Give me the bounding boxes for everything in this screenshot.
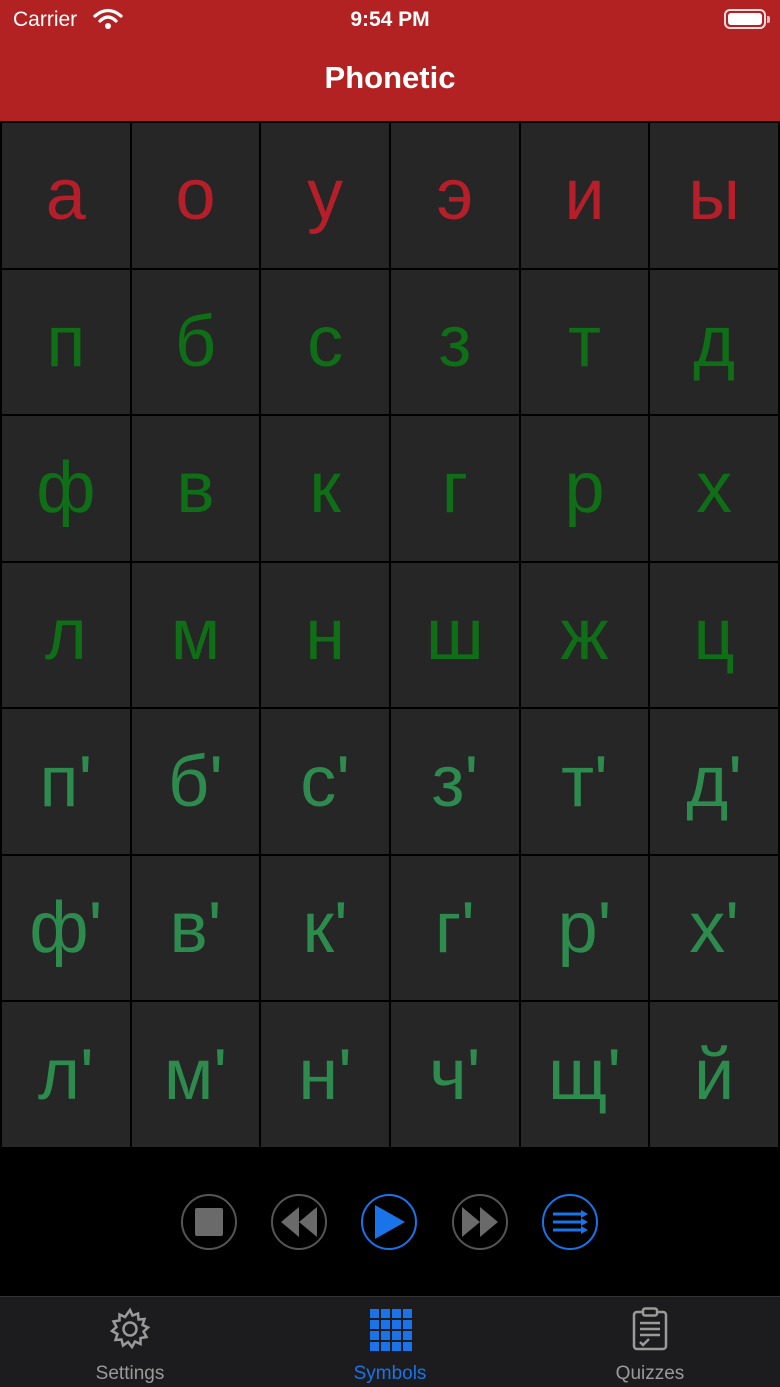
tab-label: Settings xyxy=(95,1363,165,1384)
symbol-cell[interactable]: б' xyxy=(131,709,260,854)
rewind-button[interactable] xyxy=(271,1194,327,1250)
playlist-button[interactable] xyxy=(542,1194,598,1250)
symbol-cell[interactable]: р' xyxy=(520,855,649,1001)
page-title: Phonetic xyxy=(324,60,456,95)
symbol-cell[interactable]: п' xyxy=(2,709,130,854)
symbol-cell[interactable]: л' xyxy=(2,1002,130,1147)
rewind-icon xyxy=(281,1207,317,1237)
symbol-cell[interactable]: ф xyxy=(2,416,130,561)
symbol-cell[interactable]: х xyxy=(650,416,778,561)
symbol-cell[interactable]: э xyxy=(390,123,519,268)
tab-settings[interactable]: Settings xyxy=(0,1297,260,1387)
tab-label: Symbols xyxy=(353,1363,427,1384)
symbol-cell[interactable]: б xyxy=(131,269,260,415)
symbol-cell[interactable]: с xyxy=(261,269,389,415)
symbol-cell[interactable]: г' xyxy=(390,855,519,1001)
symbol-cell[interactable]: р xyxy=(520,416,649,561)
tab-label: Quizzes xyxy=(615,1363,685,1384)
symbol-cell[interactable]: ч' xyxy=(390,1002,519,1147)
symbol-cell[interactable]: ш xyxy=(390,562,519,708)
playlist-icon xyxy=(553,1210,588,1234)
symbol-cell[interactable]: щ' xyxy=(520,1002,649,1147)
symbol-cell[interactable]: н' xyxy=(261,1002,389,1147)
symbol-cell[interactable]: т' xyxy=(520,709,649,854)
symbol-cell[interactable]: т xyxy=(520,269,649,415)
symbol-cell[interactable]: з' xyxy=(390,709,519,854)
symbol-cell[interactable]: п xyxy=(2,269,130,415)
stop-icon xyxy=(195,1208,223,1236)
play-button[interactable] xyxy=(361,1194,417,1250)
symbol-cell[interactable]: з xyxy=(390,269,519,415)
battery-icon xyxy=(724,9,770,29)
symbol-cell[interactable]: и xyxy=(520,123,649,268)
symbol-cell[interactable]: й xyxy=(650,1002,778,1147)
play-icon xyxy=(375,1205,405,1239)
gear-icon xyxy=(109,1307,151,1350)
grid-icon xyxy=(370,1309,412,1351)
clipboard-icon xyxy=(632,1307,668,1351)
fast-forward-button[interactable] xyxy=(452,1194,508,1250)
symbol-cell[interactable]: м xyxy=(131,562,260,708)
symbol-cell[interactable]: г xyxy=(390,416,519,561)
symbol-cell[interactable]: о xyxy=(131,123,260,268)
symbol-cell[interactable]: х' xyxy=(650,855,778,1001)
status-bar: Carrier 9:54 PM xyxy=(0,0,780,40)
symbol-cell[interactable]: ы xyxy=(650,123,778,268)
symbol-cell[interactable]: в' xyxy=(131,855,260,1001)
symbol-cell[interactable]: к' xyxy=(261,855,389,1001)
symbol-cell[interactable]: ж xyxy=(520,562,649,708)
tab-symbols[interactable]: Symbols xyxy=(260,1297,520,1387)
symbol-cell[interactable]: у xyxy=(261,123,389,268)
symbol-cell[interactable]: л xyxy=(2,562,130,708)
symbol-cell[interactable]: д xyxy=(650,269,778,415)
player-controls xyxy=(0,1149,780,1296)
symbol-cell[interactable]: к xyxy=(261,416,389,561)
tab-bar: Settings Symbols Quizzes xyxy=(0,1296,780,1387)
symbol-cell[interactable]: н xyxy=(261,562,389,708)
symbol-cell[interactable]: м' xyxy=(131,1002,260,1147)
clock: 9:54 PM xyxy=(350,8,430,31)
symbol-cell[interactable]: ф' xyxy=(2,855,130,1001)
symbol-cell[interactable]: а xyxy=(2,123,130,268)
symbol-grid: а о у э и ы п б с з т д ф в к г р х л м н ш ж ц п' б' с' з' т' д' ф' в'… xyxy=(0,121,780,1149)
header: Carrier 9:54 PM Phonetic xyxy=(0,0,780,121)
fast-forward-icon xyxy=(462,1207,498,1237)
symbol-cell[interactable]: ц xyxy=(650,562,778,708)
symbol-cell[interactable]: д' xyxy=(650,709,778,854)
tab-quizzes[interactable]: Quizzes xyxy=(520,1297,780,1387)
symbol-cell[interactable]: с' xyxy=(261,709,389,854)
symbol-cell[interactable]: в xyxy=(131,416,260,561)
stop-button[interactable] xyxy=(181,1194,237,1250)
